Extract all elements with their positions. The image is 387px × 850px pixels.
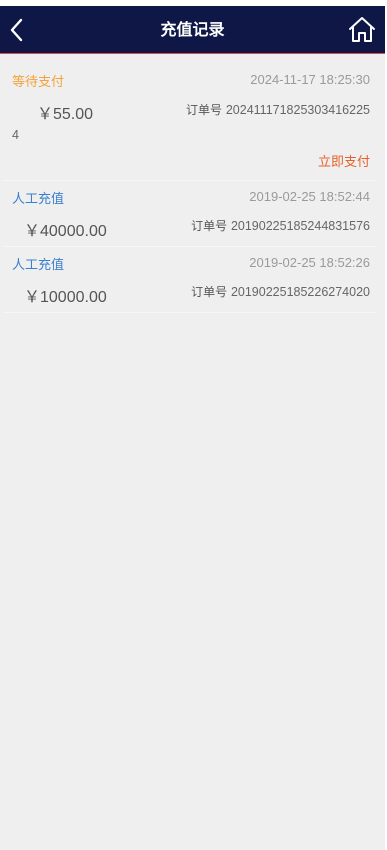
record-item: 人工充值 2019-02-25 18:52:44 ￥40000.00 订单号 2… <box>4 181 377 247</box>
order-number: 20190225185244831576 <box>230 219 370 233</box>
home-icon <box>349 17 375 42</box>
pay-now-button[interactable]: 立即支付 <box>318 151 370 170</box>
record-status: 等待支付 <box>12 75 65 90</box>
order-number: 20190225185226274020 <box>230 285 370 299</box>
home-button[interactable] <box>347 15 377 45</box>
order-label: 订单号 <box>191 285 228 299</box>
record-time: 2019-02-25 18:52:26 <box>249 255 370 270</box>
record-time: 2024-11-17 18:25:30 <box>250 72 370 87</box>
record-order: 订单号 20190225185226274020 <box>191 280 370 305</box>
record-item: 等待支付 2024-11-17 18:25:30 ￥55.00 订单号 2024… <box>4 54 377 181</box>
record-item: 人工充值 2019-02-25 18:52:26 ￥10000.00 订单号 2… <box>4 247 377 313</box>
record-order: 订单号 20190225185244831576 <box>191 214 370 239</box>
app-header: 充值记录 <box>0 6 385 54</box>
order-label: 订单号 <box>186 103 223 117</box>
record-amount: ￥10000.00 <box>24 289 107 306</box>
order-label: 订单号 <box>191 219 228 233</box>
record-amount: ￥40000.00 <box>24 223 107 240</box>
record-status: 人工充值 <box>12 192 65 207</box>
page-title: 充值记录 <box>160 20 225 39</box>
record-status: 人工充值 <box>12 258 65 273</box>
record-time: 2019-02-25 18:52:44 <box>249 189 370 204</box>
record-order: 订单号 2024111718253034162254 <box>12 98 370 148</box>
recharge-records-page: 充值记录 等待支付 2024-11-17 18:25:30 ￥55.00 订单号… <box>0 0 385 850</box>
